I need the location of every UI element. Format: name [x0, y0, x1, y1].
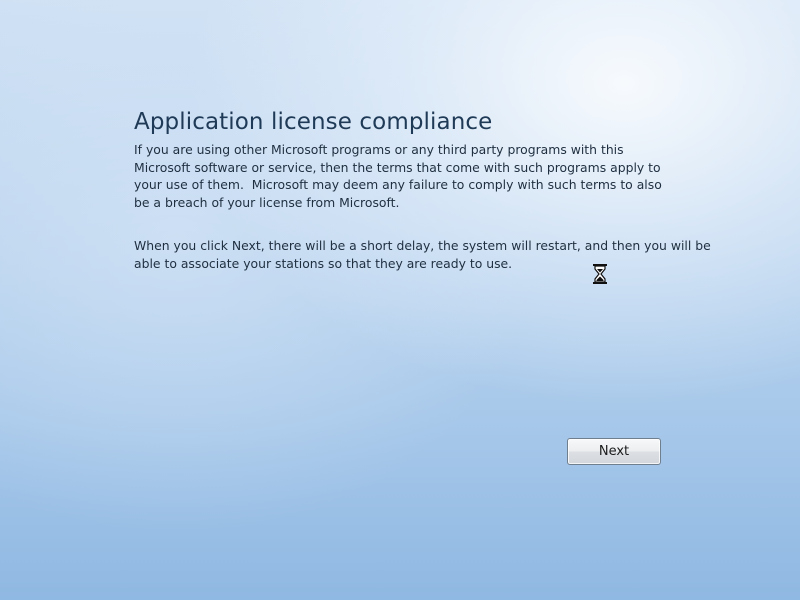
setup-screen: Application license compliance If you ar…: [0, 0, 800, 600]
next-button[interactable]: Next: [567, 438, 661, 465]
license-paragraph-line: Microsoft software or service, then the …: [134, 159, 661, 175]
hourglass-icon: [593, 264, 607, 284]
license-paragraph: If you are using other Microsoft program…: [134, 141, 674, 211]
license-paragraph-line: be a breach of your license from Microso…: [134, 194, 400, 210]
page-title: Application license compliance: [134, 109, 493, 135]
restart-notice-line: When you click Next, there will be a sho…: [134, 238, 711, 253]
restart-notice-line: able to associate your stations so that …: [134, 255, 513, 271]
restart-notice-paragraph: When you click Next, there will be a sho…: [134, 237, 734, 272]
license-paragraph-line: your use of them. Microsoft may deem any…: [134, 177, 662, 192]
license-paragraph-line: If you are using other Microsoft program…: [134, 142, 624, 157]
